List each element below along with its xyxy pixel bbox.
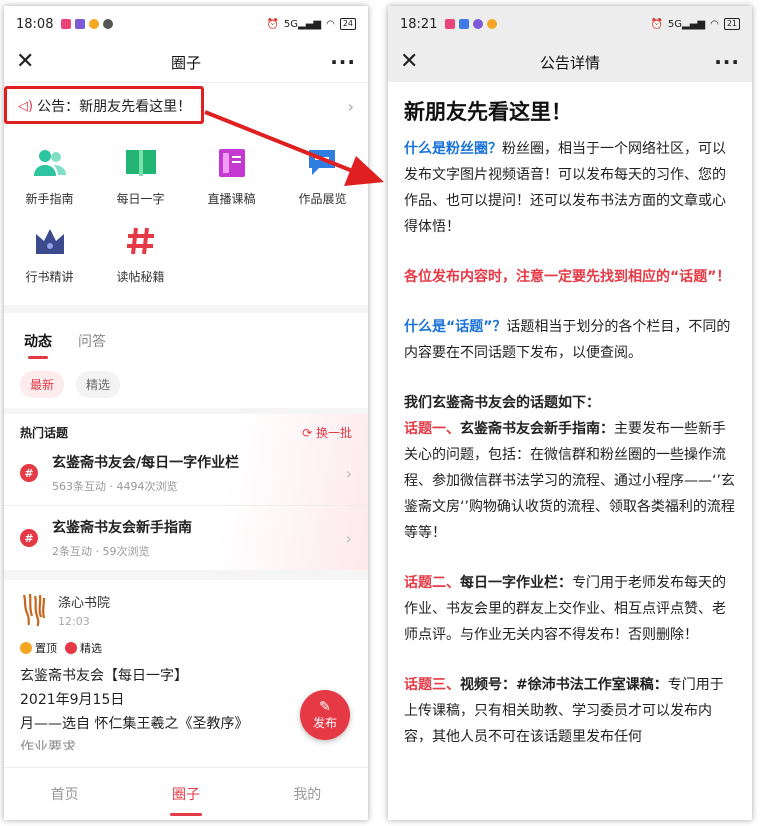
pointer-arrow bbox=[204, 110, 384, 186]
